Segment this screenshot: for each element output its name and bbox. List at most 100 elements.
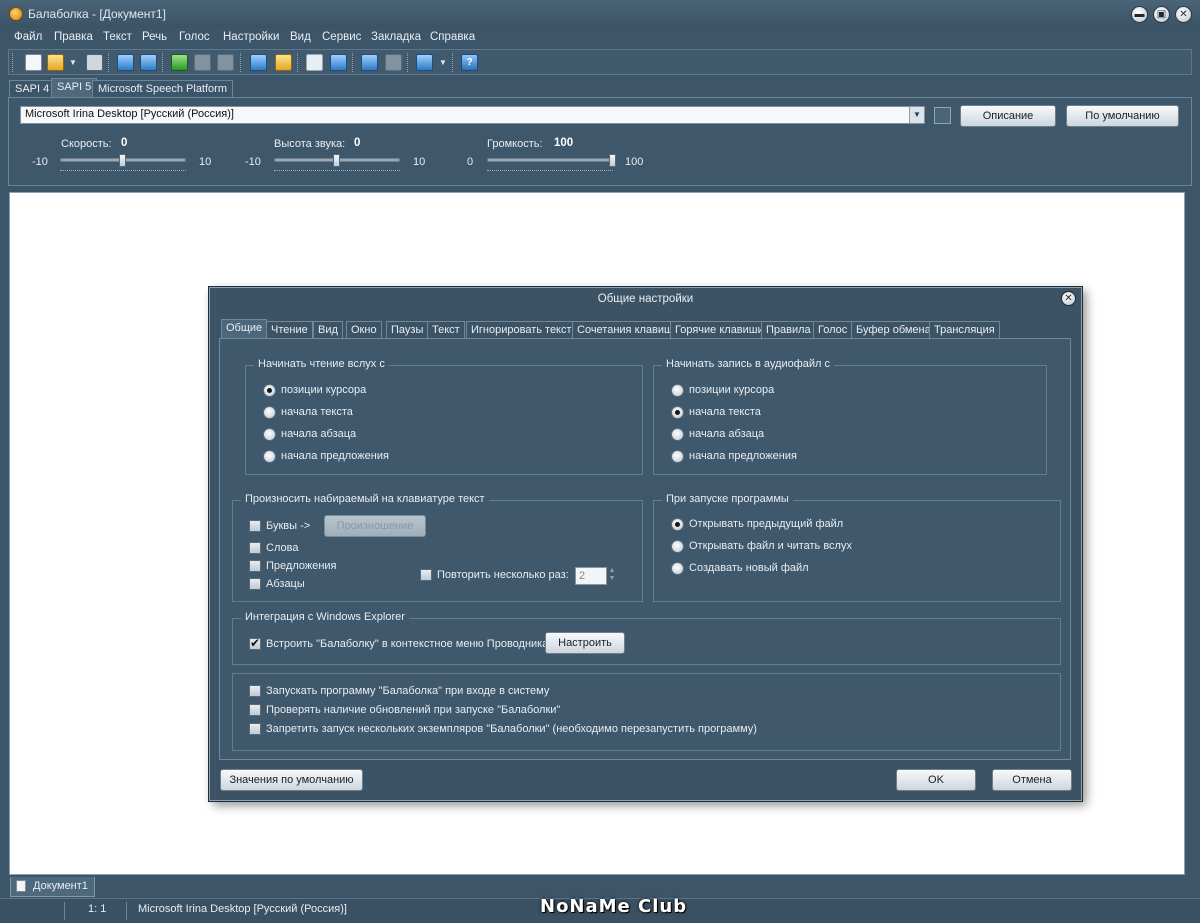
tab-key-combinations[interactable]: Сочетания клавиш [572, 321, 678, 339]
tab-view[interactable]: Вид [313, 321, 343, 339]
toolbar-separator [162, 53, 164, 72]
dialog-close-icon[interactable]: ✕ [1061, 291, 1076, 306]
record-from-text-start-label: начала текста [689, 406, 761, 418]
export-audio-icon[interactable] [250, 54, 267, 71]
save-icon[interactable] [86, 54, 103, 71]
pause-icon[interactable] [194, 54, 211, 71]
tab-window[interactable]: Окно [346, 321, 382, 339]
record-from-cursor-radio[interactable] [671, 384, 684, 397]
tab-pauses[interactable]: Паузы [386, 321, 429, 339]
voice-dropdown-icon[interactable]: ▼ [909, 107, 924, 123]
status-voice: Microsoft Irina Desktop [Русский (Россия… [138, 903, 347, 915]
toolbar-separator [352, 53, 354, 72]
describe-button[interactable]: Описание [960, 105, 1056, 127]
volume-slider[interactable] [487, 158, 613, 162]
audio-folder-icon[interactable] [275, 54, 292, 71]
default-voice-button[interactable]: По умолчанию [1066, 105, 1179, 127]
cancel-button[interactable]: Отмена [992, 769, 1072, 791]
tab-rules[interactable]: Правила [761, 321, 816, 339]
new-document-icon[interactable] [25, 54, 42, 71]
record-from-paragraph-radio[interactable] [671, 428, 684, 441]
volume-label: Громкость: [487, 138, 543, 150]
batch-convert-icon[interactable] [140, 54, 157, 71]
menu-service[interactable]: Сервис [322, 31, 361, 43]
stop-icon[interactable] [217, 54, 234, 71]
split-file-icon[interactable] [361, 54, 378, 71]
tab-broadcast[interactable]: Трансляция [929, 321, 1000, 339]
tab-speech-platform[interactable]: Microsoft Speech Platform [92, 80, 233, 98]
read-from-text-start-radio[interactable] [263, 406, 276, 419]
volume-slider-thumb[interactable] [609, 154, 616, 167]
menu-speech[interactable]: Речь [142, 31, 167, 43]
menu-file[interactable]: Файл [14, 31, 42, 43]
tools-icon[interactable] [416, 54, 433, 71]
letters-checkbox[interactable] [249, 520, 261, 532]
pitch-slider-thumb[interactable] [333, 154, 340, 167]
menu-edit[interactable]: Правка [54, 31, 93, 43]
text-view-icon[interactable] [306, 54, 323, 71]
record-from-paragraph-label: начала абзаца [689, 428, 765, 440]
record-from-sentence-radio[interactable] [671, 450, 684, 463]
menu-view[interactable]: Вид [290, 31, 311, 43]
open-folder-icon[interactable] [47, 54, 64, 71]
autostart-checkbox[interactable] [249, 685, 261, 697]
menu-help[interactable]: Справка [430, 31, 475, 43]
clipboard-view-icon[interactable] [330, 54, 347, 71]
maximize-button[interactable]: ▣ [1153, 6, 1170, 23]
voice-select[interactable]: Microsoft Irina Desktop [Русский (Россия… [20, 106, 925, 124]
ok-button[interactable]: OK [896, 769, 976, 791]
read-from-cursor-radio[interactable] [263, 384, 276, 397]
read-from-paragraph-radio[interactable] [263, 428, 276, 441]
create-new-file-radio[interactable] [671, 562, 684, 575]
pitch-min: -10 [245, 156, 261, 168]
paragraphs-checkbox[interactable] [249, 578, 261, 590]
help-icon[interactable]: ? [461, 54, 478, 71]
tab-reading[interactable]: Чтение [266, 321, 313, 339]
convert-icon[interactable] [117, 54, 134, 71]
voice-color-swatch[interactable] [934, 107, 951, 124]
document-tab[interactable]: Документ1 [10, 877, 95, 897]
volume-ticks [487, 170, 613, 173]
repeat-count-stepper[interactable]: ▲ ▼ [607, 567, 617, 585]
tab-general[interactable]: Общие [221, 319, 268, 339]
play-icon[interactable] [171, 54, 188, 71]
tab-ignore-text[interactable]: Игнорировать текст [466, 321, 577, 339]
open-previous-file-label: Открывать предыдущий файл [689, 518, 844, 530]
menu-settings[interactable]: Настройки [223, 31, 279, 43]
tab-sapi5[interactable]: SAPI 5 [51, 78, 98, 98]
pronunciation-button[interactable]: Произношение [324, 515, 426, 537]
sentences-label: Предложения [266, 560, 337, 572]
single-instance-checkbox[interactable] [249, 723, 261, 735]
join-file-icon[interactable] [385, 54, 402, 71]
tab-text[interactable]: Текст [427, 321, 465, 339]
tools-dropdown-icon[interactable]: ▼ [439, 54, 447, 71]
pitch-ticks [274, 170, 400, 173]
embed-context-menu-checkbox[interactable] [249, 636, 261, 650]
check-updates-checkbox[interactable] [249, 704, 261, 716]
sentences-checkbox[interactable] [249, 560, 261, 572]
menu-bookmark[interactable]: Закладка [371, 31, 421, 43]
repeat-count-input[interactable]: 2 [575, 567, 607, 585]
stepper-up-icon[interactable]: ▲ [607, 567, 617, 575]
open-dropdown-icon[interactable]: ▼ [69, 54, 77, 71]
stepper-down-icon[interactable]: ▼ [607, 575, 617, 583]
speed-slider-thumb[interactable] [119, 154, 126, 167]
record-from-sentence-label: начала предложения [689, 450, 797, 462]
tab-clipboard[interactable]: Буфер обмена [851, 321, 936, 339]
repeat-checkbox[interactable] [420, 569, 432, 581]
close-button[interactable]: ✕ [1175, 6, 1192, 23]
open-and-read-radio[interactable] [671, 540, 684, 553]
tab-hotkeys[interactable]: Горячие клавиши [670, 321, 769, 339]
minimize-button[interactable]: ▬ [1131, 6, 1148, 23]
read-from-sentence-radio[interactable] [263, 450, 276, 463]
tab-sapi4[interactable]: SAPI 4 [9, 80, 56, 98]
restore-defaults-button[interactable]: Значения по умолчанию [220, 769, 363, 791]
tab-voice[interactable]: Голос [813, 321, 853, 339]
words-checkbox[interactable] [249, 542, 261, 554]
open-previous-file-radio[interactable] [671, 518, 684, 531]
record-from-cursor-label: позиции курсора [689, 384, 775, 396]
menu-voice[interactable]: Голос [179, 31, 210, 43]
menu-text[interactable]: Текст [103, 31, 132, 43]
configure-button[interactable]: Настроить [545, 632, 625, 654]
record-from-text-start-radio[interactable] [671, 406, 684, 419]
